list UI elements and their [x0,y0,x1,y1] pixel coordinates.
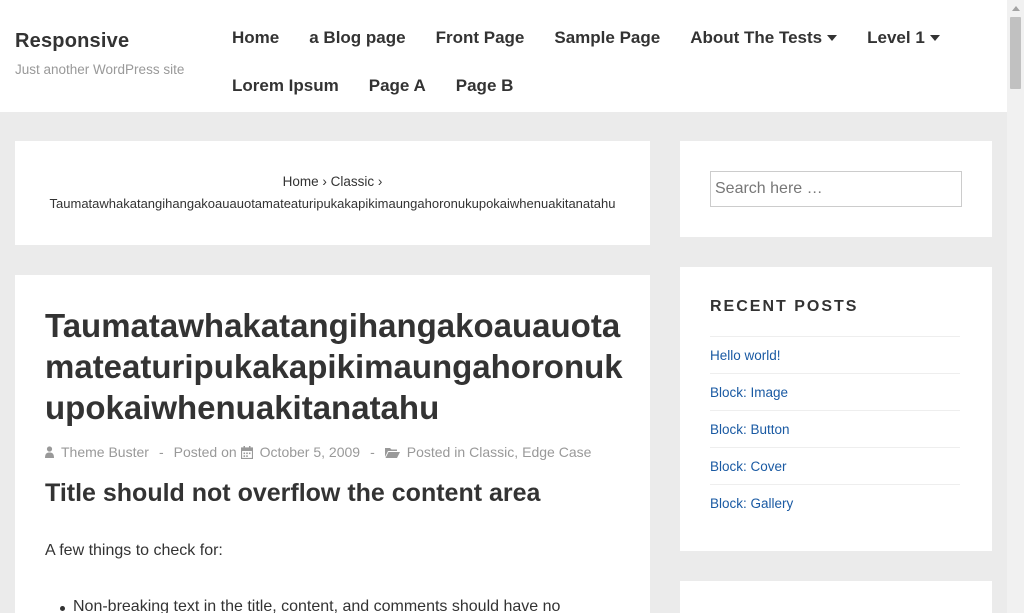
post-paragraph: A few things to check for: [45,542,223,559]
posted-in-label: Posted in [406,444,466,460]
recent-post-link[interactable]: Block: Gallery [710,496,793,511]
user-icon [45,446,54,458]
post-category-link[interactable]: Edge Case [522,444,591,460]
nav-item-sample-page[interactable]: Sample Page [554,28,660,48]
nav-item-lorem-ipsum[interactable]: Lorem Ipsum [232,76,339,96]
nav-item-label: Sample Page [554,28,661,47]
post-subheading: Title should not overflow the content ar… [45,479,541,507]
meta-separator: - [370,444,375,460]
list-item: Block: Image [710,373,960,410]
recent-posts-list: Hello world! Block: Image Block: Button … [710,336,960,521]
post-title: Taumatawhakatangihangakoauauotamateaturi… [45,307,623,426]
nav-item-label: About The Tests [690,28,823,47]
recent-post-link[interactable]: Block: Image [710,385,788,400]
scrollbar-thumb[interactable] [1010,17,1021,89]
search-input[interactable] [710,171,962,207]
breadcrumb-category-link[interactable]: Classic [331,174,375,189]
nav-row-2: Lorem Ipsum Page A Page B [232,62,1002,110]
breadcrumb-links: Home › Classic › [15,174,650,189]
nav-item-label: Lorem Ipsum [232,76,339,95]
list-item: Hello world! [710,336,960,373]
nav-item-label: a Blog page [309,28,406,47]
site-branding: Responsive Just another WordPress site [15,30,184,77]
nav-item-level-1[interactable]: Level 1 [867,28,940,48]
posted-on-label: Posted on [173,444,237,460]
nav-item-label: Home [232,28,280,47]
nav-item-label: Page B [455,76,514,95]
caret-down-icon [827,35,838,41]
scroll-up-arrow-icon[interactable] [1007,0,1024,17]
breadcrumb-home-link[interactable]: Home [283,174,319,189]
list-item: Non-breaking text in the title, content,… [59,598,560,613]
vertical-scrollbar[interactable] [1007,0,1024,613]
meta-separator: - [158,444,164,460]
caret-down-icon [929,35,940,41]
list-item: Block: Cover [710,447,960,484]
nav-item-label: Front Page [435,28,525,47]
post-author-link[interactable]: Theme Buster [61,444,149,460]
nav-item-about-the-tests[interactable]: About The Tests [690,28,838,48]
sidebar-widget [680,581,992,613]
post-article: Taumatawhakatangihangakoauauotamateaturi… [15,275,650,613]
site-description: Just another WordPress site [15,62,185,77]
nav-item-home[interactable]: Home [232,28,279,48]
nav-row-1: Home a Blog page Front Page Sample Page … [232,14,1002,62]
site-title[interactable]: Responsive [15,30,184,53]
folder-open-icon [384,447,400,458]
post-meta: Theme Buster - Posted on October 5, 2009… [45,444,591,460]
recent-post-link[interactable]: Block: Button [710,422,790,437]
post-date-link[interactable]: October 5, 2009 [260,444,360,460]
breadcrumb-current: Taumatawhakatangihangakoauauotamateaturi… [49,196,616,211]
breadcrumb-separator: › [377,174,383,189]
breadcrumb-separator: › [322,174,327,189]
nav-item-page-b[interactable]: Page B [456,76,514,96]
recent-posts-heading: RECENT POSTS [710,298,859,315]
site-header: Responsive Just another WordPress site H… [0,0,1007,112]
category-separator: , [514,444,519,460]
breadcrumb: Home › Classic › Taumatawhakatangihangak… [15,141,650,245]
calendar-icon [240,445,253,459]
nav-item-front-page[interactable]: Front Page [436,28,525,48]
post-category-link[interactable]: Classic [469,444,514,460]
list-item: Block: Button [710,410,960,447]
search-widget [680,141,992,237]
recent-post-link[interactable]: Hello world! [710,348,781,363]
nav-item-label: Level 1 [867,28,925,47]
nav-item-page-a[interactable]: Page A [369,76,426,96]
nav-item-label: Page A [368,76,426,95]
recent-posts-widget: RECENT POSTS Hello world! Block: Image B… [680,267,992,551]
list-item: Block: Gallery [710,484,960,521]
main-navigation: Home a Blog page Front Page Sample Page … [232,14,1002,110]
recent-post-link[interactable]: Block: Cover [710,459,787,474]
nav-item-blog-page[interactable]: a Blog page [309,28,405,48]
